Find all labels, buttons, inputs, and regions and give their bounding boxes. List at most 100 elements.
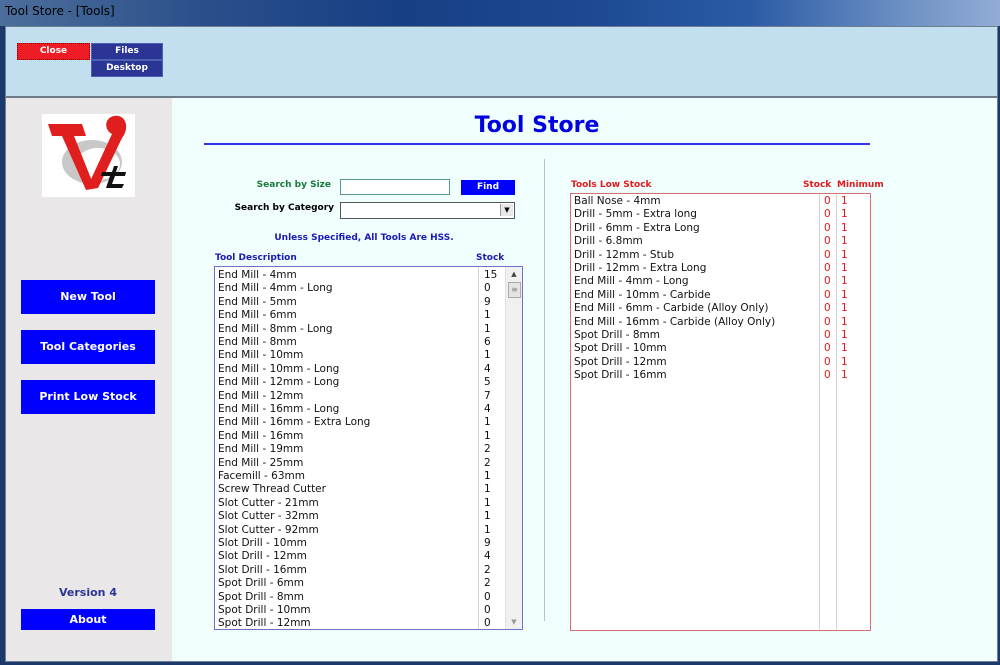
low-stock-row[interactable]: End Mill - 6mm - Carbide (Alloy Only) 0 1 — [571, 302, 870, 315]
tool-stock: 0 — [484, 604, 491, 616]
scroll-up-icon[interactable]: ▲ — [506, 267, 522, 281]
tool-row[interactable]: End Mill - 10mm - Long 4 — [215, 362, 491, 376]
low-stock-title: Tools Low Stock — [571, 180, 652, 190]
tool-row[interactable]: Screw Thread Cutter 1 — [215, 483, 491, 496]
window-title: Tool Store - [Tools] — [5, 4, 115, 18]
low-stock-description: Drill - 6mm - Extra Long — [574, 221, 700, 234]
tool-row[interactable]: End Mill - 4mm 15 — [215, 269, 497, 282]
window-titlebar: Tool Store - [Tools] — [0, 0, 1000, 26]
low-stock-row[interactable]: Drill - 6.8mm 0 1 — [571, 235, 870, 248]
tool-row[interactable]: End Mill - 16mm 1 — [215, 430, 491, 443]
scroll-thumb[interactable]: ≡ — [508, 282, 521, 298]
low-stock-stock: 0 — [824, 342, 831, 355]
tool-stock: 4 — [484, 362, 491, 375]
tool-row[interactable]: Spot Drill - 8mm 0 — [215, 591, 491, 604]
search-size-input[interactable] — [340, 179, 450, 195]
tool-description: End Mill - 12mm - Long — [218, 376, 340, 389]
tool-row[interactable]: End Mill - 25mm 2 — [215, 457, 491, 470]
about-button[interactable]: About — [21, 609, 155, 630]
tool-categories-button[interactable]: Tool Categories — [21, 330, 155, 364]
tool-stock: 4 — [484, 403, 491, 415]
low-stock-row[interactable]: End Mill - 16mm - Carbide (Alloy Only) 0 1 — [571, 316, 870, 329]
low-stock-description: End Mill - 4mm - Long — [574, 275, 689, 288]
tool-row[interactable]: Slot Cutter - 32mm 1 — [215, 510, 491, 523]
scroll-down-icon[interactable]: ▼ — [506, 615, 522, 629]
desktop-button[interactable]: Desktop — [91, 60, 163, 77]
low-stock-list[interactable]: Ball Nose - 4mm 0 1 Drill - 5mm - Extra lon… — [570, 193, 871, 631]
tool-stock: 2 — [484, 563, 491, 576]
tool-description: Slot Drill - 16mm — [218, 563, 307, 576]
low-stock-row[interactable]: End Mill - 4mm - Long 0 1 — [571, 275, 870, 288]
tool-row[interactable]: End Mill - 4mm - Long 0 — [215, 282, 491, 295]
tool-row[interactable]: End Mill - 19mm 2 — [215, 443, 491, 456]
low-stock-row[interactable]: Drill - 5mm - Extra long 0 1 — [571, 208, 870, 221]
tool-description: End Mill - 10mm - Long — [218, 362, 340, 375]
tool-row[interactable]: Spot Drill - 6mm 2 — [215, 577, 491, 590]
find-button[interactable]: Find — [461, 180, 515, 195]
low-stock-stock: 0 — [824, 262, 831, 274]
tools-list-scrollbar[interactable]: ▲ ≡ ▼ — [505, 267, 522, 629]
tool-stock: 1 — [484, 523, 491, 536]
low-stock-row[interactable]: Spot Drill - 12mm 0 1 — [571, 356, 870, 369]
low-stock-row[interactable]: Drill - 6mm - Extra Long 0 1 — [571, 222, 870, 235]
tool-row[interactable]: Slot Drill - 12mm 4 — [215, 550, 491, 563]
low-stock-row[interactable]: Spot Drill - 10mm 0 1 — [571, 342, 870, 355]
tool-row[interactable]: Slot Cutter - 21mm 1 — [215, 497, 491, 510]
low-stock-description: Drill - 12mm - Stub — [574, 248, 675, 261]
search-size-label: Search by Size — [256, 180, 331, 190]
low-stock-minimum: 1 — [841, 195, 848, 207]
tool-row[interactable]: End Mill - 6mm 1 — [215, 309, 491, 322]
tool-row[interactable]: End Mill - 16mm - Extra Long 1 — [215, 416, 491, 429]
low-stock-row[interactable]: End Mill - 10mm - Carbide 0 1 — [571, 289, 870, 302]
new-tool-button[interactable]: New Tool — [21, 280, 155, 314]
low-stock-description: Spot Drill - 16mm — [574, 369, 667, 382]
tool-description: Spot Drill - 12mm — [218, 617, 311, 630]
tool-row[interactable]: End Mill - 8mm - Long 1 — [215, 323, 491, 336]
version-label: Version 4 — [59, 586, 117, 599]
tool-stock: 1 — [484, 416, 491, 429]
tool-stock: 1 — [484, 322, 491, 335]
low-stock-minimum: 1 — [841, 275, 848, 288]
print-low-stock-button[interactable]: Print Low Stock — [21, 380, 155, 414]
tool-description: End Mill - 4mm — [218, 269, 297, 281]
tool-row[interactable]: End Mill - 10mm 1 — [215, 349, 491, 362]
dropdown-arrow-icon[interactable]: ▼ — [500, 204, 513, 216]
low-stock-description: Spot Drill - 10mm — [574, 342, 667, 355]
tool-row[interactable]: End Mill - 12mm - Long 5 — [215, 376, 491, 389]
low-stock-row[interactable]: Spot Drill - 16mm 0 1 — [571, 369, 870, 382]
tool-row[interactable]: Spot Drill - 12mm 0 — [215, 617, 491, 630]
tool-row[interactable]: Spot Drill - 10mm 0 — [215, 604, 491, 617]
tool-row[interactable]: End Mill - 16mm - Long 4 — [215, 403, 491, 416]
search-category-select[interactable]: ▼ — [340, 202, 515, 219]
tool-row[interactable]: End Mill - 12mm 7 — [215, 390, 491, 403]
tool-row[interactable]: Slot Cutter - 92mm 1 — [215, 523, 491, 537]
tool-row[interactable]: Facemill - 63mm 1 — [215, 470, 491, 483]
tool-stock: 5 — [484, 376, 491, 389]
low-stock-row[interactable]: Drill - 12mm - Extra Long 0 1 — [571, 262, 870, 275]
low-stock-minimum: 1 — [841, 248, 848, 261]
low-stock-minimum-header: Minimum — [837, 180, 884, 190]
low-stock-description: Ball Nose - 4mm — [574, 195, 661, 207]
low-stock-stock: 0 — [824, 248, 831, 261]
low-stock-row[interactable]: Drill - 12mm - Stub 0 1 — [571, 249, 870, 262]
low-stock-minimum: 1 — [841, 355, 848, 368]
files-button[interactable]: Files — [91, 43, 163, 60]
low-stock-row[interactable]: Spot Drill - 8mm 0 1 — [571, 329, 870, 342]
tool-description: End Mill - 6mm — [218, 309, 297, 322]
tools-list[interactable]: ▲ ≡ ▼ End Mill - 4mm 15 End Mill - 4mm - L… — [214, 266, 523, 630]
company-logo — [42, 114, 135, 197]
tool-row[interactable]: End Mill - 5mm 9 — [215, 296, 491, 309]
low-stock-description: Drill - 12mm - Extra Long — [574, 262, 707, 274]
tool-row[interactable]: Slot Drill - 10mm 9 — [215, 537, 491, 550]
low-stock-row[interactable]: Ball Nose - 4mm 0 1 — [571, 195, 870, 208]
tool-description: Spot Drill - 6mm — [218, 577, 304, 590]
stock-header: Stock — [476, 253, 505, 263]
tool-row[interactable]: End Mill - 8mm 6 — [215, 336, 491, 349]
tool-description: Slot Cutter - 92mm — [218, 523, 319, 536]
close-button[interactable]: Close — [17, 43, 90, 60]
tool-stock: 9 — [484, 295, 491, 308]
app-window: Close Files Desktop New Tool Tool Catego… — [5, 26, 998, 662]
low-stock-description: End Mill - 16mm - Carbide (Alloy Only) — [574, 315, 776, 328]
tool-row[interactable]: Slot Drill - 16mm 2 — [215, 563, 491, 577]
low-stock-stock: 0 — [824, 221, 831, 234]
